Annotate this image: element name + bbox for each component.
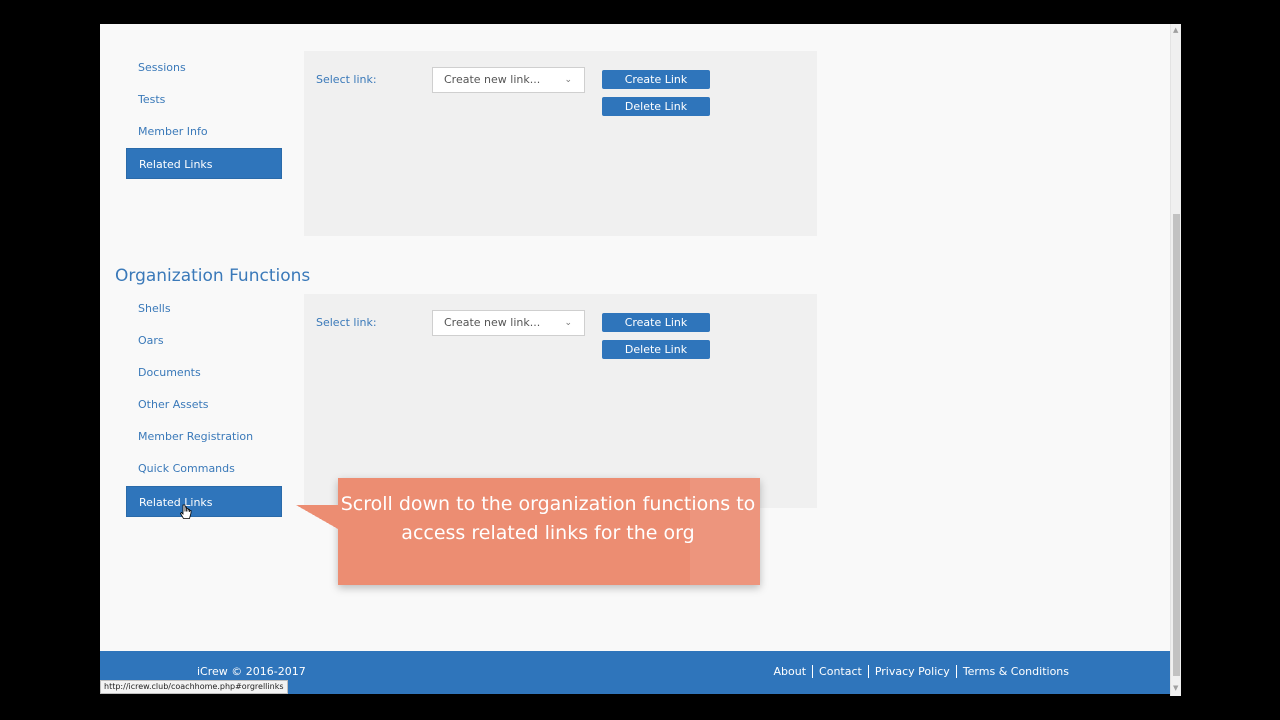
nav-item-member-registration[interactable]: Member Registration — [138, 430, 253, 443]
scroll-down-arrow-icon[interactable]: ▼ — [1173, 684, 1178, 692]
chevron-down-icon: ⌄ — [564, 75, 572, 85]
select-link-value: Create new link... — [444, 316, 541, 329]
tutorial-callout: Scroll down to the organization function… — [296, 478, 760, 585]
select-link-label: Select link: — [316, 73, 377, 86]
page-viewport: Sessions Tests Member Info Related Links… — [100, 24, 1170, 694]
nav-item-tests[interactable]: Tests — [138, 93, 165, 106]
copyright-text: iCrew © 2016-2017 — [197, 665, 306, 678]
nav-item-documents[interactable]: Documents — [138, 366, 201, 379]
org-related-links-panel: Select link: Create new link... ⌄ Create… — [304, 294, 817, 508]
select-link-value: Create new link... — [444, 73, 541, 86]
nav-item-other-assets[interactable]: Other Assets — [138, 398, 209, 411]
nav-item-oars[interactable]: Oars — [138, 334, 164, 347]
create-link-button[interactable]: Create Link — [602, 313, 710, 332]
delete-link-button[interactable]: Delete Link — [602, 340, 710, 359]
footer-link-contact[interactable]: Contact — [813, 665, 869, 678]
page-scrollbar[interactable]: ▲ ▼ — [1170, 24, 1181, 696]
callout-pointer — [296, 505, 338, 529]
scroll-up-arrow-icon[interactable]: ▲ — [1173, 26, 1178, 34]
footer-links: About Contact Privacy Policy Terms & Con… — [768, 665, 1069, 678]
hand-cursor-icon — [180, 504, 192, 519]
nav-item-related-links-member[interactable]: Related Links — [126, 148, 282, 179]
member-related-links-panel: Select link: Create new link... ⌄ Create… — [304, 51, 817, 236]
footer-link-privacy-policy[interactable]: Privacy Policy — [869, 665, 957, 678]
org-functions-title: Organization Functions — [115, 266, 311, 286]
select-link-label: Select link: — [316, 316, 377, 329]
nav-item-quick-commands[interactable]: Quick Commands — [138, 462, 235, 475]
nav-item-member-info[interactable]: Member Info — [138, 125, 208, 138]
footer-link-about[interactable]: About — [768, 665, 814, 678]
select-link-dropdown[interactable]: Create new link... ⌄ — [432, 67, 585, 93]
nav-item-sessions[interactable]: Sessions — [138, 61, 186, 74]
create-link-button[interactable]: Create Link — [602, 70, 710, 89]
status-bar-url: http://icrew.club/coachhome.php#orgrelli… — [100, 680, 288, 694]
scrollbar-thumb[interactable] — [1173, 214, 1180, 676]
chevron-down-icon: ⌄ — [564, 318, 572, 328]
nav-item-shells[interactable]: Shells — [138, 302, 171, 315]
delete-link-button[interactable]: Delete Link — [602, 97, 710, 116]
footer-link-terms[interactable]: Terms & Conditions — [957, 665, 1069, 678]
nav-item-related-links-org[interactable]: Related Links — [126, 486, 282, 517]
select-link-dropdown[interactable]: Create new link... ⌄ — [432, 310, 585, 336]
callout-text: Scroll down to the organization function… — [340, 493, 756, 544]
